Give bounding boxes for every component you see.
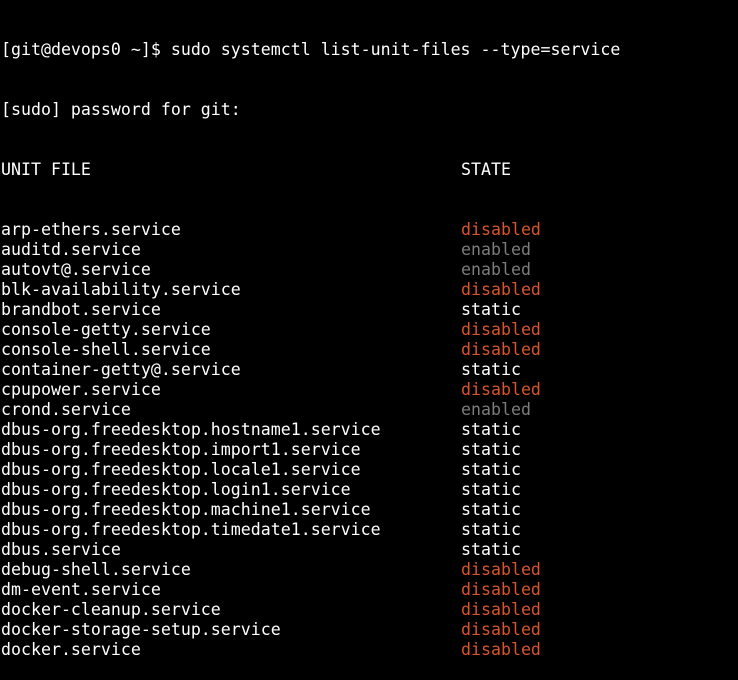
unit-file-state: static	[461, 420, 521, 439]
unit-file-name: dbus-org.freedesktop.hostname1.service	[1, 420, 381, 439]
unit-file-state: enabled	[461, 260, 531, 279]
sudo-prompt-line: [sudo] password for git:	[1, 100, 738, 120]
table-header: UNIT FILE STATE	[1, 160, 738, 180]
unit-file-state: static	[461, 480, 521, 499]
unit-file-name: docker-cleanup.service	[1, 600, 221, 619]
unit-file-state: static	[461, 360, 521, 379]
unit-file-name: dbus-org.freedesktop.import1.service	[1, 440, 361, 459]
header-state: STATE	[461, 160, 511, 179]
unit-file-state: disabled	[461, 340, 541, 359]
unit-file-state: disabled	[461, 580, 541, 599]
table-row: debug-shell.service disabled	[1, 560, 738, 580]
unit-file-state: disabled	[461, 600, 541, 619]
unit-file-state: disabled	[461, 380, 541, 399]
unit-file-name: dbus.service	[1, 540, 121, 559]
unit-file-state: static	[461, 520, 521, 539]
unit-file-name: autovt@.service	[1, 260, 151, 279]
table-row: autovt@.service enabled	[1, 260, 738, 280]
table-row: crond.service enabled	[1, 400, 738, 420]
table-row: dbus-org.freedesktop.locale1.service stat…	[1, 460, 738, 480]
unit-file-name: arp-ethers.service	[1, 220, 181, 239]
unit-file-name: dbus-org.freedesktop.locale1.service	[1, 460, 361, 479]
unit-file-name: crond.service	[1, 400, 131, 419]
table-row: dbus.service static	[1, 540, 738, 560]
unit-file-state: static	[461, 440, 521, 459]
table-row: docker-cleanup.service disabled	[1, 600, 738, 620]
unit-file-state: disabled	[461, 620, 541, 639]
table-row: dbus-org.freedesktop.machine1.service sta…	[1, 500, 738, 520]
unit-file-state: static	[461, 300, 521, 319]
table-row: dbus-org.freedesktop.hostname1.service st…	[1, 420, 738, 440]
unit-file-state: enabled	[461, 240, 531, 259]
unit-file-state: disabled	[461, 320, 541, 339]
unit-file-state: enabled	[461, 400, 531, 419]
table-row: container-getty@.service static	[1, 360, 738, 380]
sudo-prompt-text: [sudo] password for git:	[1, 100, 241, 119]
table-row: dbus-org.freedesktop.login1.service stati…	[1, 480, 738, 500]
unit-file-name: dbus-org.freedesktop.login1.service	[1, 480, 351, 499]
table-row: console-getty.service disabled	[1, 320, 738, 340]
unit-file-name: debug-shell.service	[1, 560, 191, 579]
table-row: dm-event.service disabled	[1, 580, 738, 600]
table-row: arp-ethers.service disabled	[1, 220, 738, 240]
table-row: blk-availability.service disabled	[1, 280, 738, 300]
table-row: docker.service disabled	[1, 640, 738, 660]
terminal-window[interactable]: [git@devops0 ~]$ sudo systemctl list-uni…	[0, 0, 738, 659]
unit-file-name: dm-event.service	[1, 580, 161, 599]
unit-file-name: docker-storage-setup.service	[1, 620, 281, 639]
table-row: auditd.service enabled	[1, 240, 738, 260]
table-row: dbus-org.freedesktop.timedate1.service st…	[1, 520, 738, 540]
unit-file-name: dbus-org.freedesktop.timedate1.service	[1, 520, 381, 539]
unit-file-state: static	[461, 500, 521, 519]
unit-file-name: dbus-org.freedesktop.machine1.service	[1, 500, 371, 519]
table-row: brandbot.service static	[1, 300, 738, 320]
unit-file-name: console-shell.service	[1, 340, 211, 359]
header-unit-file: UNIT FILE	[1, 160, 91, 179]
unit-file-name: console-getty.service	[1, 320, 211, 339]
unit-file-state: static	[461, 460, 521, 479]
table-row: docker-storage-setup.service disabled	[1, 620, 738, 640]
table-row: console-shell.service disabled	[1, 340, 738, 360]
table-row: cpupower.service disabled	[1, 380, 738, 400]
unit-file-name: cpupower.service	[1, 380, 161, 399]
unit-file-state: disabled	[461, 560, 541, 579]
unit-file-list: arp-ethers.service disabled auditd.service…	[1, 220, 738, 660]
unit-file-name: auditd.service	[1, 240, 141, 259]
unit-file-state: disabled	[461, 280, 541, 299]
unit-file-name: blk-availability.service	[1, 280, 241, 299]
unit-file-name: container-getty@.service	[1, 360, 241, 379]
unit-file-state: disabled	[461, 220, 541, 239]
command-text: [git@devops0 ~]$ sudo systemctl list-uni…	[1, 40, 621, 59]
unit-file-name: docker.service	[1, 640, 141, 659]
unit-file-state: disabled	[461, 640, 541, 659]
unit-file-name: brandbot.service	[1, 300, 161, 319]
command-line: [git@devops0 ~]$ sudo systemctl list-uni…	[1, 40, 738, 60]
unit-file-state: static	[461, 540, 521, 559]
table-row: dbus-org.freedesktop.import1.service stat…	[1, 440, 738, 460]
